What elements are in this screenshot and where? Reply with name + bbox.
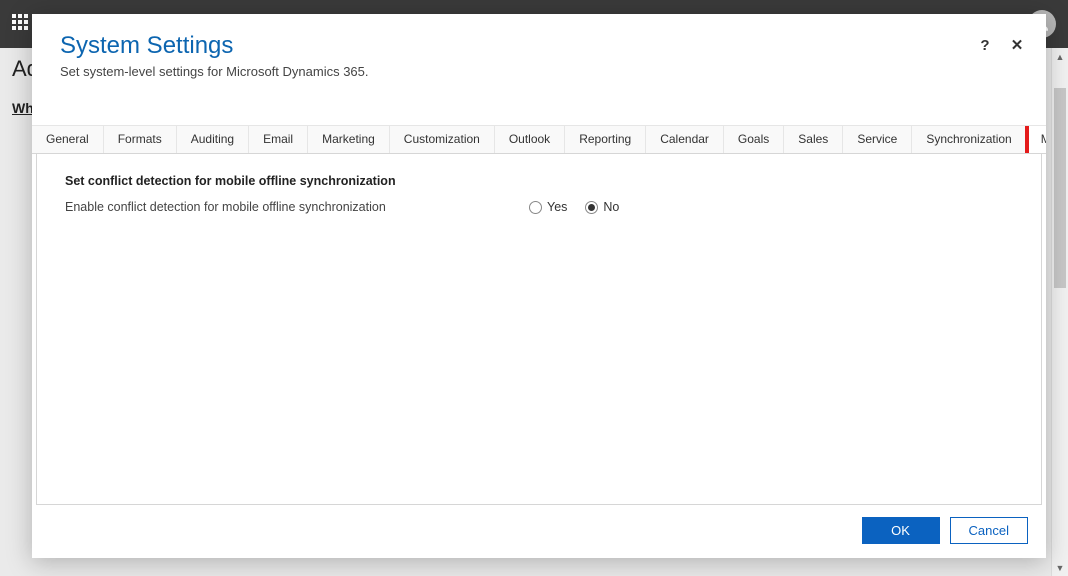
scroll-down-arrow-icon[interactable]: ▼ (1052, 559, 1068, 576)
tab-strip: GeneralFormatsAuditingEmailMarketingCust… (32, 125, 1046, 154)
tab-email[interactable]: Email (249, 126, 308, 153)
tab-marketing[interactable]: Marketing (308, 126, 390, 153)
dialog-header-actions: ? ✕ (976, 36, 1026, 54)
dialog-header: System Settings Set system-level setting… (32, 14, 1046, 89)
tab-content: Set conflict detection for mobile offlin… (36, 154, 1042, 505)
tab-synchronization[interactable]: Synchronization (912, 126, 1026, 153)
tab-sales[interactable]: Sales (784, 126, 843, 153)
scroll-thumb[interactable] (1054, 88, 1066, 288)
field-row: Enable conflict detection for mobile off… (65, 200, 1013, 214)
help-icon[interactable]: ? (976, 36, 994, 54)
close-icon[interactable]: ✕ (1008, 36, 1026, 54)
tab-outlook[interactable]: Outlook (495, 126, 565, 153)
tab-mobile-client[interactable]: Mobile Client (1027, 125, 1046, 154)
tab-general[interactable]: General (32, 126, 104, 153)
tab-reporting[interactable]: Reporting (565, 126, 646, 153)
radio-yes-label: Yes (547, 200, 567, 214)
app-launcher-icon[interactable] (12, 14, 32, 34)
radio-no-label: No (603, 200, 619, 214)
radio-group: Yes No (529, 200, 619, 214)
tab-service[interactable]: Service (843, 126, 912, 153)
tab-goals[interactable]: Goals (724, 126, 784, 153)
dialog-footer: OK Cancel (32, 505, 1046, 558)
radio-option-no[interactable]: No (585, 200, 619, 214)
tab-auditing[interactable]: Auditing (177, 126, 249, 153)
system-settings-dialog: System Settings Set system-level setting… (32, 14, 1046, 558)
ok-button[interactable]: OK (862, 517, 940, 544)
tab-customization[interactable]: Customization (390, 126, 495, 153)
scroll-up-arrow-icon[interactable]: ▲ (1052, 48, 1068, 65)
section-heading: Set conflict detection for mobile offlin… (65, 174, 1013, 188)
field-label: Enable conflict detection for mobile off… (65, 200, 505, 214)
dialog-title: System Settings (60, 32, 1018, 60)
background-partial-link: Wh (12, 100, 34, 116)
radio-no-circle[interactable] (585, 201, 598, 214)
tab-formats[interactable]: Formats (104, 126, 177, 153)
cancel-button[interactable]: Cancel (950, 517, 1028, 544)
dialog-subtitle: Set system-level settings for Microsoft … (60, 64, 1018, 79)
tab-calendar[interactable]: Calendar (646, 126, 724, 153)
page-scrollbar[interactable]: ▲ ▼ (1051, 48, 1068, 576)
radio-option-yes[interactable]: Yes (529, 200, 567, 214)
radio-yes-circle[interactable] (529, 201, 542, 214)
